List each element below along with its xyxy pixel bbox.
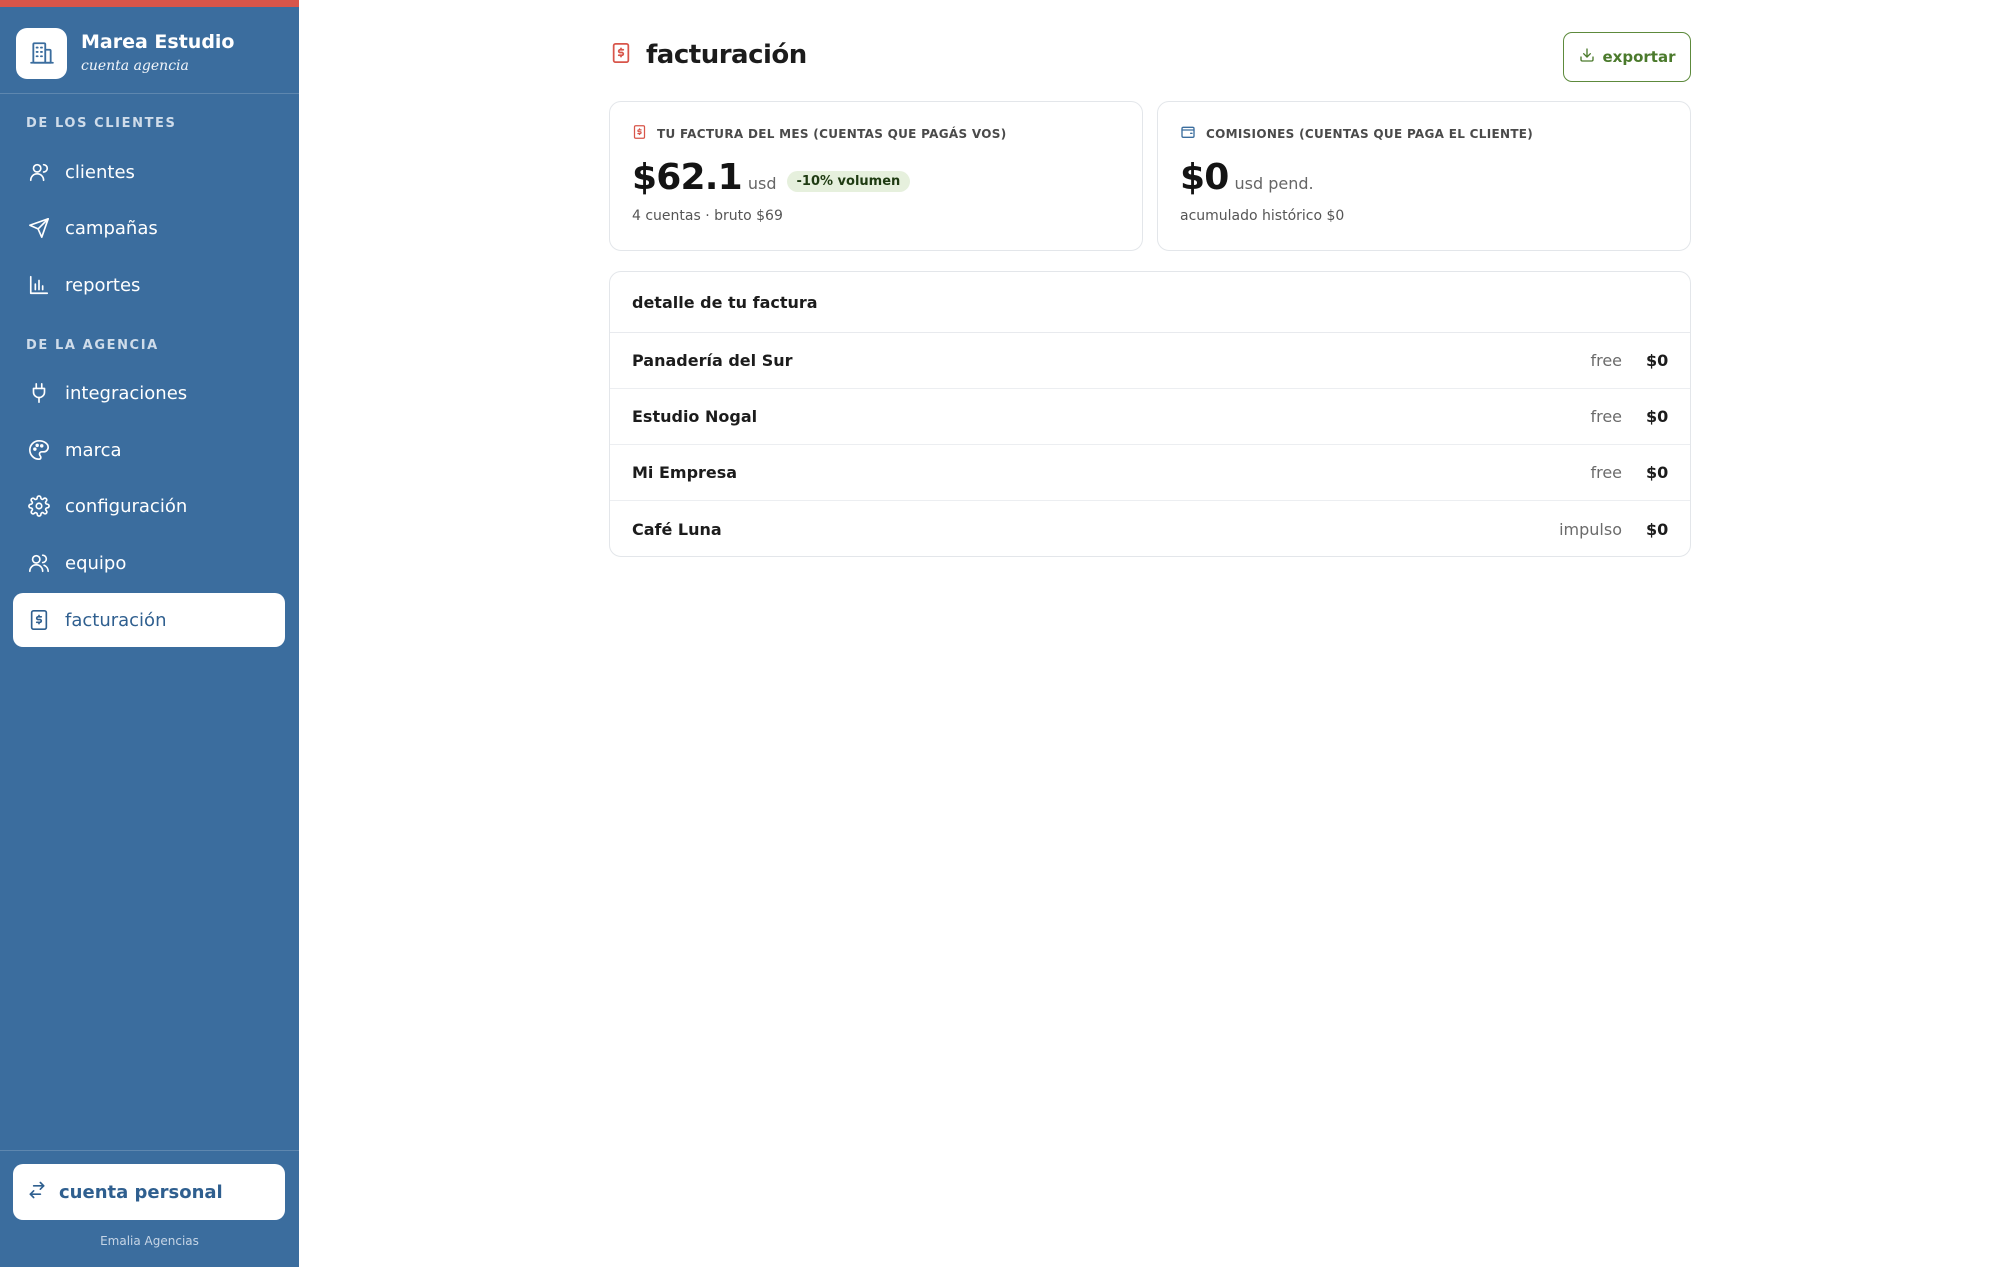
sidebar-top-accent (0, 0, 299, 7)
row-client-name: Mi Empresa (632, 463, 738, 482)
row-amount: $0 (1646, 463, 1669, 482)
row-plan: impulso (1559, 519, 1622, 539)
sidebar-item-equipo[interactable]: equipo (13, 536, 285, 590)
footer-brand: Emalia Agencias (100, 1234, 199, 1248)
brand-subtitle: cuenta agencia (81, 58, 189, 74)
commissions-unit: usd pend. (1234, 174, 1314, 193)
sidebar-item-label: configuración (65, 495, 188, 517)
sidebar-item-reportes[interactable]: reportes (13, 258, 285, 312)
commissions-card: COMISIONES (CUENTAS QUE PAGA EL CLIENTE)… (1157, 101, 1691, 251)
sidebar-item-label: marca (65, 439, 122, 461)
row-plan: free (1590, 407, 1622, 426)
row-amount: $0 (1646, 407, 1669, 426)
page-header: facturación (610, 40, 807, 70)
swap-arrows-icon (27, 1180, 47, 1204)
personal-account-label: cuenta personal (59, 1181, 223, 1203)
table-row: Estudio Nogal free $0 (610, 389, 1690, 445)
row-plan: free (1590, 463, 1622, 482)
invoice-icon (610, 41, 632, 69)
table-row: Café Luna impulso $0 (610, 501, 1690, 556)
row-amount: $0 (1646, 351, 1669, 370)
row-client-name: Café Luna (632, 519, 722, 539)
sidebar-item-clientes[interactable]: clientes (13, 145, 285, 199)
sidebar-item-label: equipo (65, 552, 127, 574)
brand[interactable]: Marea Estudio cuenta agencia (16, 27, 234, 79)
sidebar-item-facturacion[interactable]: facturación (13, 593, 285, 647)
switch-personal-account-button[interactable]: cuenta personal (13, 1164, 285, 1220)
bar-chart-icon (27, 273, 51, 297)
table-row: Panadería del Sur free $0 (610, 333, 1690, 389)
sidebar-item-label: reportes (65, 274, 141, 296)
send-icon (27, 216, 51, 240)
sidebar-item-label: campañas (65, 217, 158, 239)
brand-name: Marea Estudio (81, 31, 235, 53)
export-label: exportar (1602, 48, 1676, 66)
sidebar-item-label: facturación (65, 609, 167, 631)
table-row: Mi Empresa free $0 (610, 445, 1690, 501)
invoice-icon (632, 124, 647, 143)
detail-title: detalle de tu factura (610, 272, 1690, 333)
commissions-meta: acumulado histórico $0 (1180, 208, 1345, 224)
team-icon (27, 551, 51, 575)
sidebar-item-label: integraciones (65, 382, 188, 404)
sidebar-item-campanas[interactable]: campañas (13, 201, 285, 255)
invoice-icon (27, 608, 51, 632)
section-title-clientes: DE LOS CLIENTES (26, 116, 177, 131)
row-plan: free (1590, 351, 1622, 370)
sidebar-item-integraciones[interactable]: integraciones (13, 366, 285, 420)
gear-icon (27, 494, 51, 518)
commissions-amount: $0 (1180, 157, 1229, 198)
page-title: facturación (646, 40, 807, 70)
building-icon (16, 27, 67, 79)
sidebar-item-marca[interactable]: marca (13, 423, 285, 477)
section-title-agencia: DE LA AGENCIA (26, 338, 159, 353)
invoice-amount: $62.1 (632, 157, 743, 198)
sidebar-item-label: clientes (65, 161, 135, 183)
invoice-meta: 4 cuentas · bruto $69 (632, 208, 783, 224)
monthly-invoice-card: TU FACTURA DEL MES (CUENTAS QUE PAGÁS VO… (609, 101, 1143, 251)
divider (0, 1150, 299, 1151)
row-client-name: Estudio Nogal (632, 407, 758, 426)
plug-icon (27, 381, 51, 405)
row-amount: $0 (1646, 519, 1669, 539)
card-label: COMISIONES (CUENTAS QUE PAGA EL CLIENTE) (1206, 126, 1534, 141)
invoice-unit: usd (747, 174, 777, 193)
palette-icon (27, 438, 51, 462)
invoice-detail-table: detalle de tu factura Panadería del Sur … (609, 271, 1691, 557)
card-label: TU FACTURA DEL MES (CUENTAS QUE PAGÁS VO… (657, 126, 1007, 141)
sidebar: Marea Estudio cuenta agencia DE LOS CLIE… (0, 0, 299, 1267)
users-icon (27, 160, 51, 184)
export-button[interactable]: exportar (1563, 32, 1691, 82)
divider (0, 93, 299, 94)
download-icon (1579, 47, 1595, 67)
row-client-name: Panadería del Sur (632, 351, 793, 370)
discount-badge: -10% volumen (786, 171, 911, 192)
wallet-icon (1180, 124, 1196, 143)
sidebar-item-configuracion[interactable]: configuración (13, 479, 285, 533)
